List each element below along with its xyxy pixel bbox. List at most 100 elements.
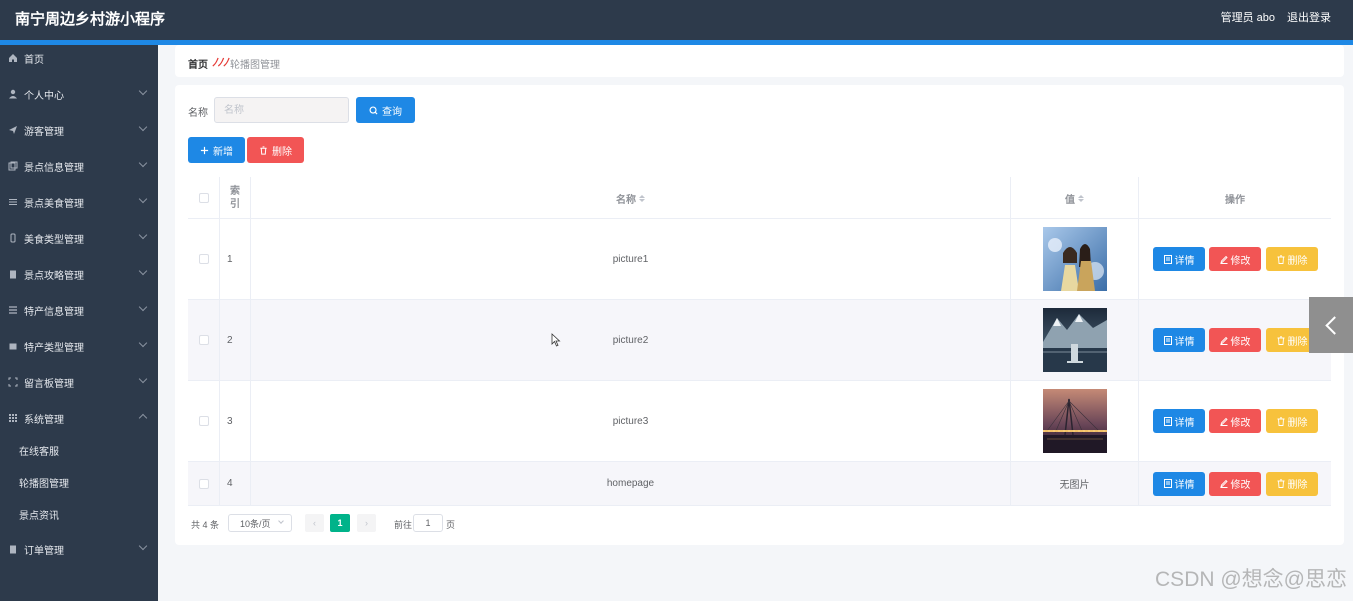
sidebar-subitem-customer-service[interactable]: 在线客服 [0, 439, 158, 461]
sidebar-item-messages[interactable]: 留言板管理 [0, 370, 158, 394]
header-value-label: 值 [1065, 194, 1075, 206]
row-select-cell [188, 381, 220, 461]
header-select-cell [188, 177, 220, 219]
row-checkbox[interactable] [199, 335, 209, 345]
row-name: picture3 [251, 381, 1011, 461]
delete-button[interactable]: 删除 [1266, 247, 1318, 271]
sidebar-item-system[interactable]: 系统管理 [0, 406, 158, 430]
sidebar-item-specialties[interactable]: 特产信息管理 [0, 298, 158, 322]
add-button[interactable]: 新增 [188, 137, 245, 163]
header-name[interactable]: 名称 [251, 177, 1011, 219]
table-row: 2 picture2 详情 修改 删除 [188, 300, 1331, 381]
list-icon [8, 305, 18, 315]
chevron-down-icon [138, 266, 148, 276]
detail-button[interactable]: 详情 [1153, 471, 1205, 496]
detail-button[interactable]: 详情 [1153, 409, 1205, 433]
detail-button[interactable]: 详情 [1153, 247, 1205, 271]
header-name-label: 名称 [616, 194, 636, 206]
page-suffix-label: 页 [446, 520, 456, 530]
chevron-down-icon [138, 194, 148, 204]
sidebar-subitem-carousel[interactable]: 轮播图管理 [0, 471, 158, 493]
row-name: picture2 [251, 300, 1011, 380]
search-input[interactable] [214, 97, 349, 123]
edit-label: 修改 [1230, 255, 1251, 267]
header-value[interactable]: 值 [1011, 177, 1139, 219]
edit-button[interactable]: 修改 [1209, 471, 1261, 496]
grid-icon [8, 413, 18, 423]
delete-button[interactable]: 删除 [1266, 409, 1318, 433]
row-checkbox[interactable] [199, 416, 209, 426]
sidebar-item-specialty-types[interactable]: 特产类型管理 [0, 334, 158, 358]
document-icon [1163, 416, 1172, 426]
sidebar-item-label: 游客管理 [24, 126, 64, 138]
breadcrumb-home[interactable]: 首页 [188, 56, 208, 71]
sidebar-item-label: 景点信息管理 [24, 162, 84, 174]
next-page-button[interactable]: › [357, 514, 376, 532]
sidebar-item-attractions[interactable]: 景点信息管理 [0, 154, 158, 178]
search-icon [369, 105, 378, 115]
goto-label: 前往 [394, 520, 413, 530]
row-checkbox[interactable] [199, 254, 209, 264]
detail-label: 详情 [1174, 480, 1195, 491]
chevron-down-icon [138, 541, 148, 551]
select-all-checkbox[interactable] [198, 193, 209, 203]
search-label: 名称 [188, 108, 208, 119]
chevron-down-icon [138, 86, 148, 96]
side-collapse-tab[interactable] [1309, 297, 1353, 353]
box-icon [8, 341, 18, 351]
sort-icon [1078, 194, 1084, 202]
header-index: 索引 [220, 177, 251, 219]
table-row: 3 picture3 详情 修改 删除 [188, 381, 1331, 462]
logout-link[interactable]: 退出登录 [1287, 9, 1331, 25]
goto-page-input[interactable] [413, 514, 443, 532]
home-icon [8, 53, 18, 63]
sidebar-subitem-news[interactable]: 景点资讯 [0, 503, 158, 525]
mobile-icon [8, 233, 18, 243]
edit-button[interactable]: 修改 [1209, 328, 1261, 352]
sidebar-item-home[interactable]: 首页 [0, 46, 158, 70]
page-size-select[interactable]: 10条/页 [228, 514, 292, 532]
table-row: 1 picture1 详情 修改 删除 [188, 219, 1331, 300]
trash-icon [1277, 254, 1284, 264]
delete-label: 删除 [1287, 417, 1308, 429]
detail-button[interactable]: 详情 [1153, 328, 1205, 352]
row-ops-cell: 详情 修改 删除 [1139, 219, 1331, 299]
sidebar-item-personal[interactable]: 个人中心 [0, 82, 158, 106]
sidebar-item-tourists[interactable]: 游客管理 [0, 118, 158, 142]
sidebar-item-label: 景点美食管理 [24, 198, 84, 210]
document-icon [1163, 479, 1172, 488]
row-thumbnail-image[interactable] [1042, 389, 1107, 453]
row-index: 3 [220, 381, 251, 461]
user-icon [8, 89, 18, 99]
edit-label: 修改 [1230, 480, 1251, 491]
row-checkbox[interactable] [199, 478, 209, 489]
breadcrumb-current: 轮播图管理 [230, 60, 280, 71]
sidebar-item-label: 系统管理 [24, 414, 64, 426]
sidebar-item-guides[interactable]: 景点攻略管理 [0, 262, 158, 286]
sidebar-item-food[interactable]: 景点美食管理 [0, 190, 158, 214]
row-ops-cell: 详情 修改 删除 [1139, 300, 1331, 380]
sidebar: 首页 个人中心 游客管理 景点信息管理 景点美食管理 美食类型管理 景点攻略管理… [0, 45, 158, 601]
admin-name: 管理员 abo [1220, 12, 1275, 24]
row-ops-cell: 详情 修改 删除 [1139, 462, 1331, 505]
sidebar-item-label: 特产类型管理 [24, 342, 84, 354]
page-number-current[interactable]: 1 [330, 514, 350, 532]
query-button[interactable]: 查询 [356, 97, 415, 123]
edit-button[interactable]: 修改 [1209, 409, 1261, 433]
sidebar-item-food-types[interactable]: 美食类型管理 [0, 226, 158, 250]
edit-button[interactable]: 修改 [1209, 247, 1261, 271]
chevron-down-icon [138, 302, 148, 312]
pagination-total: 共 4 条 [191, 520, 220, 530]
watermark: CSDN @想念@思恋 [1155, 568, 1347, 591]
delete-button[interactable]: 删除 [1266, 471, 1318, 496]
row-thumbnail-image[interactable] [1042, 308, 1107, 372]
chevron-down-icon [138, 374, 148, 384]
row-thumbnail-image[interactable] [1042, 227, 1107, 291]
document-icon [1163, 335, 1172, 345]
sidebar-item-orders[interactable]: 订单管理 [0, 537, 158, 561]
prev-page-button[interactable]: ‹ [305, 514, 324, 532]
row-index: 2 [220, 300, 251, 380]
batch-delete-button[interactable]: 删除 [247, 137, 304, 163]
app-title: 南宁周边乡村游小程序 [15, 11, 166, 28]
row-value-cell [1011, 381, 1139, 461]
